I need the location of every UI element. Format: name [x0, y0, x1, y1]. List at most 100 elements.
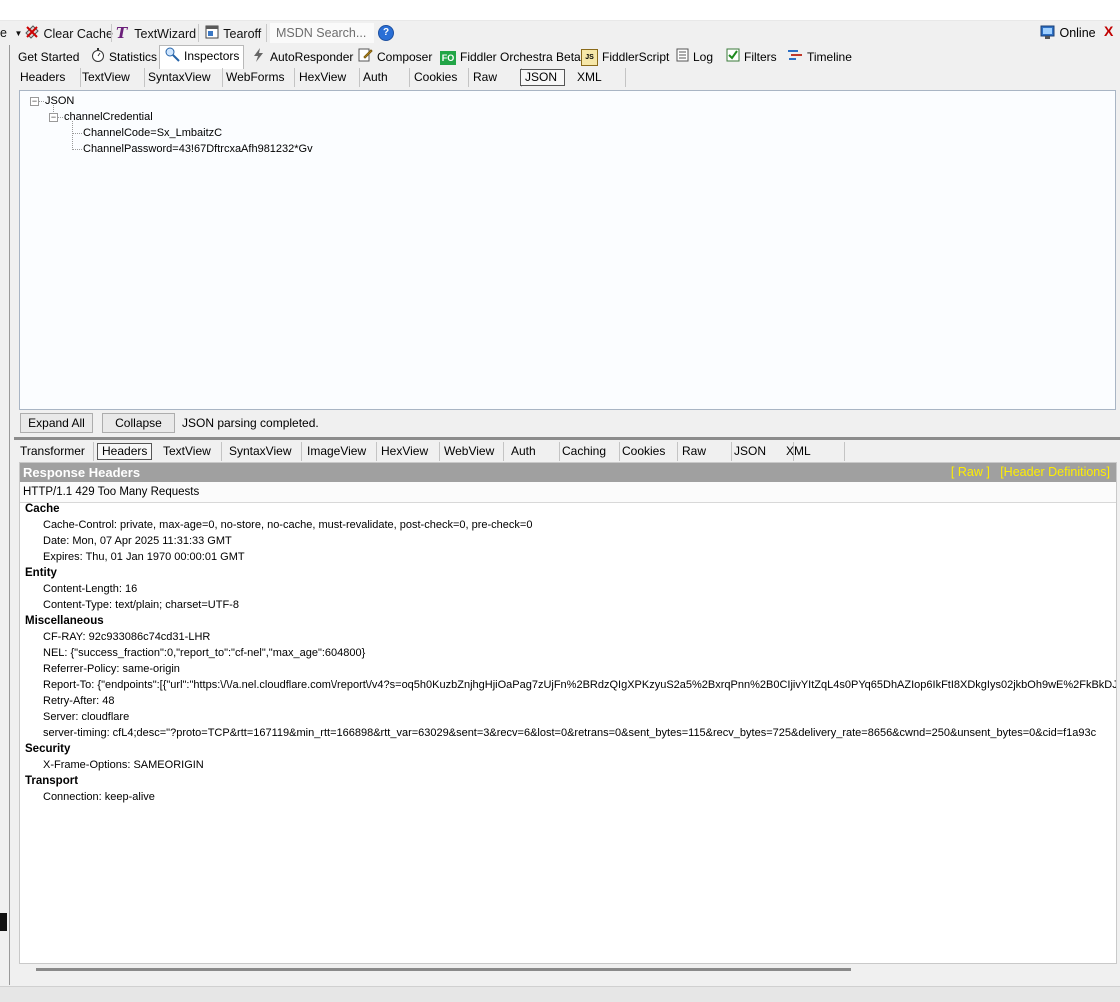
tab-statistics[interactable]: Statistics [87, 47, 161, 67]
tab-timeline[interactable]: Timeline [783, 47, 856, 67]
req-tab-raw[interactable]: Raw [469, 68, 522, 87]
resp-tab-cookies[interactable]: Cookies [618, 442, 678, 461]
group-transport[interactable]: Transport [25, 775, 78, 787]
resp-tab-headers[interactable]: Headers [97, 443, 152, 460]
lightning-icon [252, 47, 266, 68]
resp-tab-auth[interactable]: Auth [507, 442, 560, 461]
msdn-search-input[interactable]: MSDN Search... [270, 23, 374, 43]
expand-all-button[interactable]: Expand All [20, 413, 93, 433]
clear-cache-label: Clear Cache [43, 26, 113, 41]
tearoff-label: Tearoff [223, 26, 262, 41]
online-button[interactable]: Online [1040, 24, 1096, 43]
group-cache[interactable]: Cache [25, 503, 60, 515]
composer-icon [358, 47, 373, 68]
response-headers-pane[interactable]: Response Headers [ Raw ] [Header Definit… [19, 462, 1117, 964]
resp-tab-raw[interactable]: Raw [678, 442, 732, 461]
clear-cache-button[interactable]: Clear Cache [24, 24, 113, 42]
group-security[interactable]: Security [25, 743, 70, 755]
req-tab-webforms[interactable]: WebForms [222, 68, 295, 87]
tab-fiddlerscript[interactable]: JS FiddlerScript [577, 47, 673, 67]
collapse-toggle-channel[interactable]: − [49, 113, 58, 122]
tab-filters[interactable]: Filters [722, 47, 781, 67]
toolbar: e ▼ Clear Cache T TextWizard Tearoff MSD… [0, 21, 1120, 45]
tree-leaf-channel-code[interactable]: ChannelCode=Sx_LmbaitzC [83, 126, 222, 140]
tab-inspectors[interactable]: Inspectors [159, 45, 245, 69]
header-line[interactable]: Referrer-Policy: same-origin [43, 663, 180, 675]
pane-splitter[interactable] [14, 437, 1120, 440]
req-tab-syntaxview[interactable]: SyntaxView [144, 68, 223, 87]
tab-fiddler-orchestra[interactable]: FO Fiddler Orchestra Beta [436, 47, 585, 67]
req-tab-json[interactable]: JSON [520, 69, 565, 86]
horizontal-scrollbar[interactable] [36, 968, 851, 971]
online-label: Online [1059, 25, 1096, 40]
header-line[interactable]: Content-Length: 16 [43, 583, 137, 595]
json-tree-view[interactable]: − JSON − channelCredential ChannelCode=S… [19, 90, 1116, 410]
tab-composer[interactable]: Composer [354, 47, 436, 67]
group-entity[interactable]: Entity [25, 567, 57, 579]
header-line[interactable]: CF-RAY: 92c933086c74cd31-LHR [43, 631, 210, 643]
header-line[interactable]: Date: Mon, 07 Apr 2025 11:31:33 GMT [43, 535, 232, 547]
req-tab-headers[interactable]: Headers [16, 68, 81, 87]
req-tab-textview[interactable]: TextView [78, 68, 145, 87]
left-divider [9, 45, 10, 985]
group-miscellaneous[interactable]: Miscellaneous [25, 615, 104, 627]
log-icon [676, 48, 689, 68]
tab-get-started[interactable]: Get Started [14, 47, 83, 67]
checkbox-icon [726, 48, 740, 68]
timeline-icon [787, 48, 803, 68]
header-line[interactable]: Cache-Control: private, max-age=0, no-st… [43, 519, 532, 531]
resp-tab-hexview[interactable]: HexView [377, 442, 440, 461]
header-links[interactable]: [ Raw ] [Header Definitions] [951, 463, 1110, 482]
tab-label: AutoResponder [270, 50, 354, 64]
help-icon[interactable]: ? [378, 25, 394, 41]
resp-tab-imageview[interactable]: ImageView [303, 442, 377, 461]
textwizard-button[interactable]: T TextWizard [115, 24, 196, 42]
req-tab-xml[interactable]: XML [573, 68, 626, 87]
response-headers-banner: Response Headers [ Raw ] [Header Definit… [20, 463, 1116, 482]
tab-label: Log [693, 50, 714, 64]
header-line[interactable]: Connection: keep-alive [43, 791, 155, 803]
header-line[interactable]: NEL: {"success_fraction":0,"report_to":"… [43, 647, 365, 659]
toolbar-dropdown-label: e [0, 26, 7, 40]
req-tab-auth[interactable]: Auth [359, 68, 410, 87]
online-icon [1040, 24, 1056, 43]
fo-icon: FO [440, 50, 456, 65]
header-line[interactable]: X-Frame-Options: SAMEORIGIN [43, 759, 204, 771]
toolbar-dropdown[interactable]: e ▼ [0, 24, 22, 42]
left-scroll-indicator [0, 913, 7, 931]
tree-leaf-channel-password[interactable]: ChannelPassword=43!67DftrcxaAfh981232*Gv [83, 142, 313, 156]
resp-tab-xml[interactable]: XML [782, 442, 845, 461]
header-line[interactable]: Expires: Thu, 01 Jan 1970 00:00:01 GMT [43, 551, 245, 563]
req-tab-hexview[interactable]: HexView [295, 68, 360, 87]
svg-text:T: T [116, 24, 129, 40]
tearoff-button[interactable]: Tearoff [204, 24, 261, 42]
top-strip [0, 0, 1120, 21]
resp-tab-syntaxview[interactable]: SyntaxView [225, 442, 302, 461]
resp-tab-transformer[interactable]: Transformer [16, 442, 94, 461]
resp-tab-webview[interactable]: WebView [440, 442, 504, 461]
dropdown-arrow-icon: ▼ [14, 28, 23, 38]
textwizard-label: TextWizard [134, 26, 197, 41]
text-wizard-icon: T [115, 24, 131, 45]
close-icon[interactable]: X [1104, 23, 1113, 39]
tab-log[interactable]: Log [672, 47, 717, 67]
tab-label: Get Started [18, 50, 80, 64]
header-line[interactable]: server-timing: cfL4;desc="?proto=TCP&rtt… [43, 727, 1096, 739]
resp-tab-textview[interactable]: TextView [159, 442, 222, 461]
tab-label: Timeline [807, 50, 852, 64]
header-line[interactable]: Retry-After: 48 [43, 695, 115, 707]
tab-autoresponder[interactable]: AutoResponder [248, 47, 357, 67]
resp-tab-caching[interactable]: Caching [558, 442, 620, 461]
header-line[interactable]: Content-Type: text/plain; charset=UTF-8 [43, 599, 239, 611]
header-line[interactable]: Report-To: {"endpoints":[{"url":"https:\… [43, 679, 1116, 691]
req-tab-cookies[interactable]: Cookies [410, 68, 469, 87]
tab-label: FiddlerScript [602, 50, 670, 64]
clear-cache-icon [24, 24, 40, 45]
response-inspector-tabs: Transformer Headers TextView SyntaxView … [16, 442, 1116, 462]
collapse-toggle-root[interactable]: − [30, 97, 39, 106]
header-line[interactable]: Server: cloudflare [43, 711, 129, 723]
tree-node-root[interactable]: JSON [45, 94, 74, 108]
collapse-button[interactable]: Collapse [102, 413, 175, 433]
request-inspector-tabs: Headers TextView SyntaxView WebForms Hex… [16, 68, 1116, 88]
tree-node-channel-credential[interactable]: channelCredential [64, 110, 153, 124]
